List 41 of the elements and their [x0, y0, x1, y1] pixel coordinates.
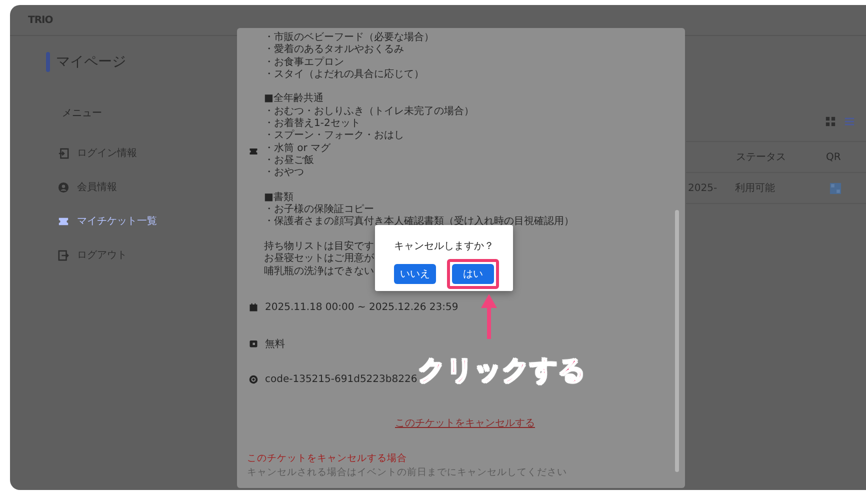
annotation-label: クリックする — [418, 354, 586, 388]
detail-text: ■書類 — [264, 192, 294, 203]
calendar-icon — [249, 303, 258, 312]
dialog-button[interactable]: はい — [452, 264, 494, 284]
menu-heading: メニュー — [62, 107, 103, 120]
detail-text: 持ち物リストは目安です — [264, 241, 374, 252]
detail-text: お昼寝セットはご用意が — [264, 253, 374, 264]
code-icon — [249, 375, 258, 384]
ticket-code: code-135215-691d5223b8226 — [265, 374, 418, 386]
detail-text: ・お子様の保険証コピー — [264, 204, 374, 216]
detail-text: ・スプーン・フォーク・おはし — [264, 130, 404, 142]
login-icon — [58, 148, 69, 158]
cancel-note-title: このチケットをキャンセルする場合 — [247, 452, 408, 465]
grid-view-icon[interactable] — [825, 116, 836, 127]
user-icon — [58, 182, 69, 192]
logout-icon — [58, 250, 69, 260]
detail-text: ・お昼ご飯 — [264, 154, 314, 166]
sidebar-item[interactable]: マイチケット一覧 — [58, 204, 220, 238]
detail-text: 哺乳瓶の洗浄はできない — [264, 266, 374, 277]
detail-text: ■全年齢共通 — [264, 93, 324, 104]
annotation-arrow — [479, 293, 499, 341]
detail-text: ・おむつ・おしりふき（トイレ未完了の場合） — [264, 106, 474, 117]
title-accent-bar — [46, 52, 50, 72]
wallet-icon — [249, 339, 258, 348]
cancel-ticket-link[interactable]: このチケットをキャンセルする — [395, 416, 535, 430]
price-text: 無料 — [265, 338, 285, 351]
detail-text: ・スタイ（よだれの具合に応じて） — [264, 68, 424, 80]
detail-text: ・愛着のあるタオルやおくるみ — [264, 44, 404, 56]
ticket-icon — [249, 147, 258, 156]
list-view-icon[interactable] — [844, 116, 855, 127]
event-period: 2025.11.18 00:00 ~ 2025.12.26 23:59 — [265, 302, 458, 314]
detail-text: ・市販のベビーフード（必要な場合） — [264, 32, 434, 43]
dialog-question: キャンセルしますか？ — [394, 240, 494, 253]
detail-text: ・お着替え1-2セット — [264, 118, 360, 130]
dialog-button[interactable]: いいえ — [394, 264, 436, 284]
scrollbar[interactable] — [675, 210, 679, 472]
detail-text: ・お食事エプロン — [264, 56, 344, 68]
detail-text: ・おやつ — [264, 167, 304, 178]
qr-code-icon[interactable] — [830, 182, 842, 194]
detail-text: ・水筒 or マグ — [264, 142, 331, 154]
ticket-icon — [58, 216, 69, 226]
